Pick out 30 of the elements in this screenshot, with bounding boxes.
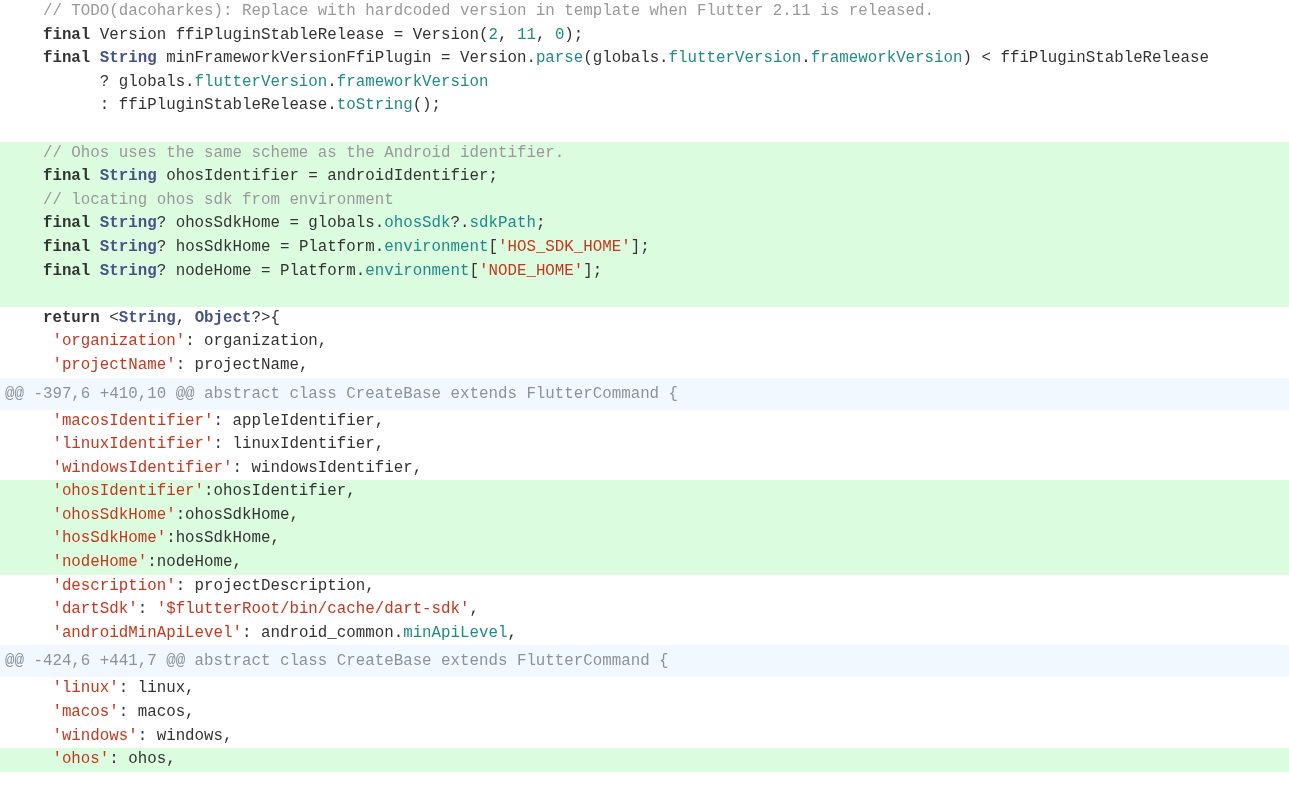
added-code-line: 'hosSdkHome':hosSdkHome, bbox=[51, 528, 280, 550]
added-code-line: // locating ohos sdk from environment bbox=[41, 189, 394, 211]
code-line: final String minFrameworkVersionFfiPlugin = Version.parse(globals.flutterVersion.frameworkVersion) < ffiPluginStableRelease bbox=[41, 48, 1209, 70]
code-line: 'windows': windows, bbox=[51, 725, 233, 747]
added-code-line: 'nodeHome':nodeHome, bbox=[51, 552, 242, 574]
added-code-line: 'ohosIdentifier':ohosIdentifier, bbox=[51, 481, 356, 503]
code-line: ? globals.flutterVersion.frameworkVersion bbox=[98, 71, 489, 93]
added-code-line: final String? nodeHome = Platform.environment['NODE_HOME']; bbox=[41, 260, 603, 282]
added-code-line: final String? ohosSdkHome = globals.ohosSdk?.sdkPath; bbox=[41, 213, 546, 235]
code-line: final Version ffiPluginStableRelease = Version(2, 11, 0); bbox=[41, 24, 584, 46]
code-line: 'androidMinApiLevel': android_common.minApiLevel, bbox=[51, 622, 517, 644]
added-code-line: final String? hosSdkHome = Platform.environment['HOS_SDK_HOME']; bbox=[41, 236, 650, 258]
added-code-line: 'ohos': ohos, bbox=[51, 749, 176, 771]
code-line: 'dartSdk': '$flutterRoot/bin/cache/dart-sdk', bbox=[51, 599, 479, 621]
code-line: 'macosIdentifier': appleIdentifier, bbox=[51, 410, 385, 432]
code-line: 'linux': linux, bbox=[51, 678, 195, 700]
code-line: 'projectName': projectName, bbox=[51, 354, 309, 376]
code-line: 'linuxIdentifier': linuxIdentifier, bbox=[51, 434, 385, 456]
hunk-header: @@ -397,6 +410,10 @@ abstract class CreateBase extends FlutterCommand { bbox=[5, 383, 679, 405]
added-code-line: 'ohosSdkHome':ohosSdkHome, bbox=[51, 504, 299, 526]
code-line: 'macos': macos, bbox=[51, 702, 195, 724]
code-line: return <String, Object?>{ bbox=[41, 307, 280, 329]
added-code-line: final String ohosIdentifier = androidIdentifier; bbox=[41, 166, 498, 188]
code-line: 'organization': organization, bbox=[51, 331, 328, 353]
hunk-header: @@ -424,6 +441,7 @@ abstract class CreateBase extends FlutterCommand { bbox=[5, 651, 669, 673]
code-line: 'windowsIdentifier': windowsIdentifier, bbox=[51, 457, 423, 479]
code-line: : ffiPluginStableRelease.toString(); bbox=[98, 95, 442, 117]
code-line: 'description': projectDescription, bbox=[51, 575, 375, 597]
added-code-line: // Ohos uses the same scheme as the Android identifier. bbox=[41, 142, 565, 164]
code-line: // TODO(dacoharkes): Replace with hardcoded version in template when Flutter 2.11 is released. bbox=[41, 1, 934, 22]
